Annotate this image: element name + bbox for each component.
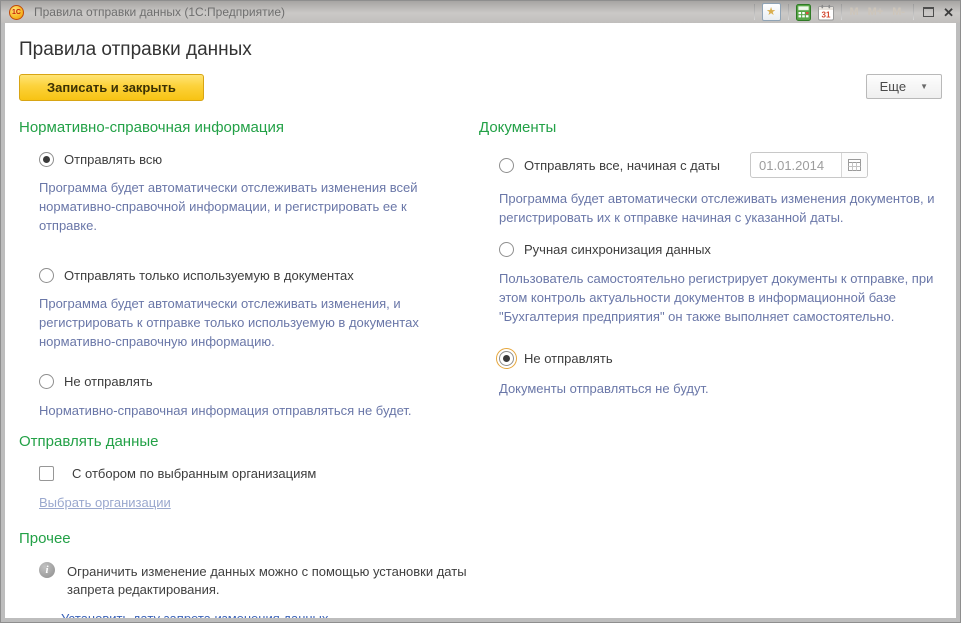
checkbox-icon[interactable]	[39, 466, 54, 481]
radio-icon[interactable]	[39, 268, 54, 283]
form-content: Правила отправки данных Записать и закры…	[5, 23, 956, 618]
save-and-close-button[interactable]: Записать и закрыть	[19, 74, 204, 101]
nsi-option-used-only-desc: Программа будет автоматически отслеживат…	[39, 295, 451, 352]
titlebar-separator	[841, 4, 842, 20]
favorites-star-icon[interactable]: ★	[762, 3, 781, 21]
radio-label: Отправлять всю	[64, 152, 162, 167]
1c-logo-icon: 1С	[9, 5, 24, 20]
titlebar: 1С Правила отправки данных (1С:Предприят…	[1, 1, 960, 23]
more-button-label: Еще	[880, 79, 906, 94]
nsi-section: Нормативно-справочная информация Отправл…	[19, 115, 479, 618]
docs-option-send-from-date[interactable]: Отправлять все, начиная с даты 01.01.201…	[499, 152, 942, 178]
more-button[interactable]: Еще ▼	[866, 74, 942, 99]
nsi-option-send-all[interactable]: Отправлять всю	[39, 152, 479, 167]
memory-m-plus-button[interactable]: M+	[867, 6, 885, 18]
radio-icon[interactable]	[499, 158, 514, 173]
svg-text:31: 31	[821, 10, 830, 19]
app-window: 1С Правила отправки данных (1С:Предприят…	[0, 0, 961, 623]
documents-section: Документы Отправлять все, начиная с даты…	[479, 115, 942, 618]
docs-option-manual-sync-desc: Пользователь самостоятельно регистрирует…	[499, 270, 942, 327]
memory-m-minus-button[interactable]: M-	[891, 6, 906, 18]
other-heading: Прочее	[19, 530, 479, 547]
info-icon: i	[39, 562, 55, 578]
page-title: Правила отправки данных	[19, 39, 942, 61]
edit-restriction-info: i Ограничить изменение данных можно с по…	[39, 563, 479, 599]
info-text: Ограничить изменение данных можно с помо…	[67, 563, 479, 599]
radio-icon[interactable]	[499, 351, 514, 366]
radio-label: Отправлять все, начиная с даты	[524, 158, 720, 173]
maximize-icon	[923, 7, 934, 17]
nsi-option-no-send-desc: Нормативно-справочная информация отправл…	[39, 402, 451, 421]
window-title: Правила отправки данных (1С:Предприятие)	[34, 5, 754, 19]
docs-option-no-send[interactable]: Не отправлять	[499, 351, 942, 366]
radio-label: Отправлять только используемую в докумен…	[64, 268, 354, 283]
memory-m-button[interactable]: M	[849, 6, 860, 18]
calendar-icon[interactable]: 31	[818, 4, 834, 21]
maximize-button[interactable]	[921, 7, 936, 17]
radio-icon[interactable]	[39, 152, 54, 167]
filter-by-orgs-option[interactable]: С отбором по выбранным организациям	[39, 466, 479, 481]
titlebar-separator	[754, 4, 755, 20]
titlebar-separator	[788, 4, 789, 20]
close-button[interactable]: ✕	[943, 6, 954, 19]
checkbox-label: С отбором по выбранным организациям	[72, 466, 316, 481]
send-data-heading: Отправлять данные	[19, 433, 479, 450]
toolbar: Записать и закрыть Еще ▼	[19, 74, 942, 101]
calculator-icon[interactable]	[796, 4, 811, 21]
set-restriction-date-link[interactable]: Установить дату запрета изменения данных	[61, 611, 328, 618]
select-organizations-link[interactable]: Выбрать организации	[39, 495, 171, 510]
titlebar-separator	[913, 4, 914, 20]
chevron-down-icon: ▼	[920, 82, 928, 91]
nsi-option-used-only[interactable]: Отправлять только используемую в докумен…	[39, 268, 479, 283]
docs-option-manual-sync[interactable]: Ручная синхронизация данных	[499, 242, 942, 257]
start-date-field[interactable]: 01.01.2014	[750, 152, 868, 178]
nsi-option-send-all-desc: Программа будет автоматически отслеживат…	[39, 179, 451, 236]
radio-icon[interactable]	[39, 374, 54, 389]
nsi-option-no-send[interactable]: Не отправлять	[39, 374, 479, 389]
radio-label: Не отправлять	[524, 351, 613, 366]
date-picker-button[interactable]	[841, 153, 867, 177]
radio-icon[interactable]	[499, 242, 514, 257]
radio-label: Ручная синхронизация данных	[524, 242, 711, 257]
docs-option-no-send-desc: Документы отправляться не будут.	[499, 380, 942, 399]
start-date-value[interactable]: 01.01.2014	[751, 153, 841, 177]
radio-label: Не отправлять	[64, 374, 153, 389]
documents-heading: Документы	[479, 119, 942, 136]
nsi-heading: Нормативно-справочная информация	[19, 119, 479, 136]
docs-option-send-from-date-desc: Программа будет автоматически отслеживат…	[499, 190, 942, 228]
